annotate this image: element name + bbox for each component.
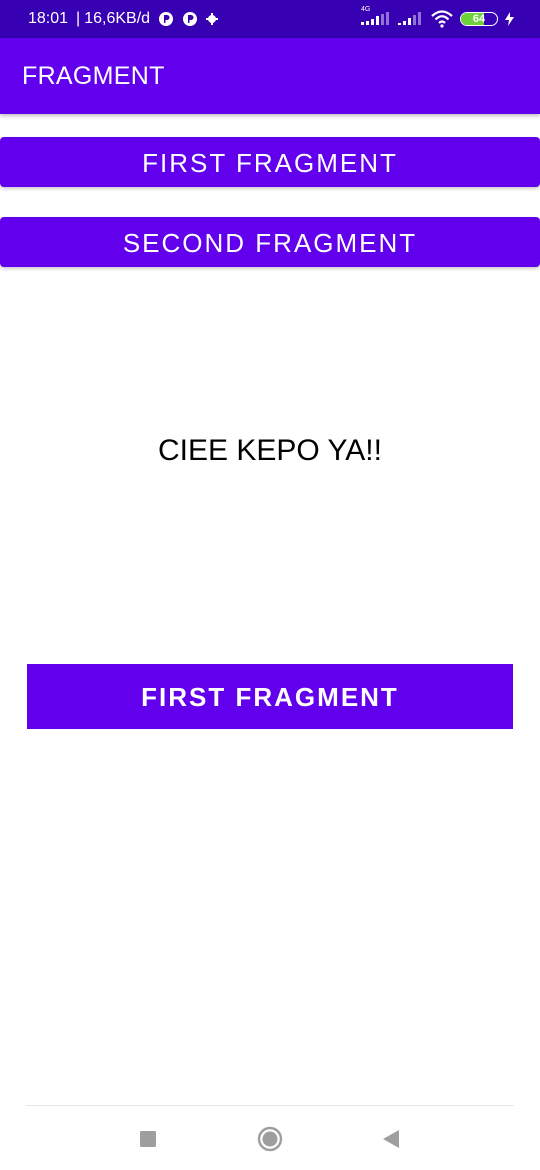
wifi-icon — [431, 10, 453, 28]
signal-4g-icon: 4G — [361, 6, 391, 27]
status-left: 18:01 | 16,6KB/d — [28, 0, 219, 38]
back-button[interactable] — [376, 1124, 406, 1154]
network-type-label: 4G — [361, 6, 371, 13]
status-right: 4G 64 — [361, 0, 514, 38]
settings-gear-icon — [206, 13, 219, 25]
recents-button[interactable] — [133, 1124, 163, 1154]
battery-icon: 64 — [460, 12, 498, 26]
charging-icon — [505, 12, 514, 26]
status-separator: | — [76, 10, 81, 27]
fragment-message: CIEE KEPO YA!! — [158, 434, 382, 467]
battery-level: 64 — [472, 13, 486, 25]
app-title: FRAGMENT — [22, 62, 165, 90]
app-notification-icon — [158, 11, 174, 27]
app-notification-icon-2 — [182, 11, 198, 27]
recents-icon — [140, 1131, 156, 1147]
status-bar: 18:01 | 16,6KB/d 4G 64 — [0, 0, 540, 38]
home-icon — [257, 1126, 283, 1152]
first-fragment-button[interactable]: FIRST FRAGMENT — [0, 137, 540, 187]
fragment-first-button[interactable]: FIRST FRAGMENT — [27, 664, 513, 729]
navigation-bar — [0, 1106, 540, 1170]
app-bar: FRAGMENT — [0, 38, 540, 114]
home-button[interactable] — [255, 1124, 285, 1154]
network-speed: 16,6KB/d — [84, 10, 151, 27]
status-time: 18:01 — [28, 10, 69, 27]
back-icon — [383, 1130, 399, 1148]
second-fragment-button[interactable]: SECOND FRAGMENT — [0, 217, 540, 267]
signal-icon — [398, 11, 424, 27]
